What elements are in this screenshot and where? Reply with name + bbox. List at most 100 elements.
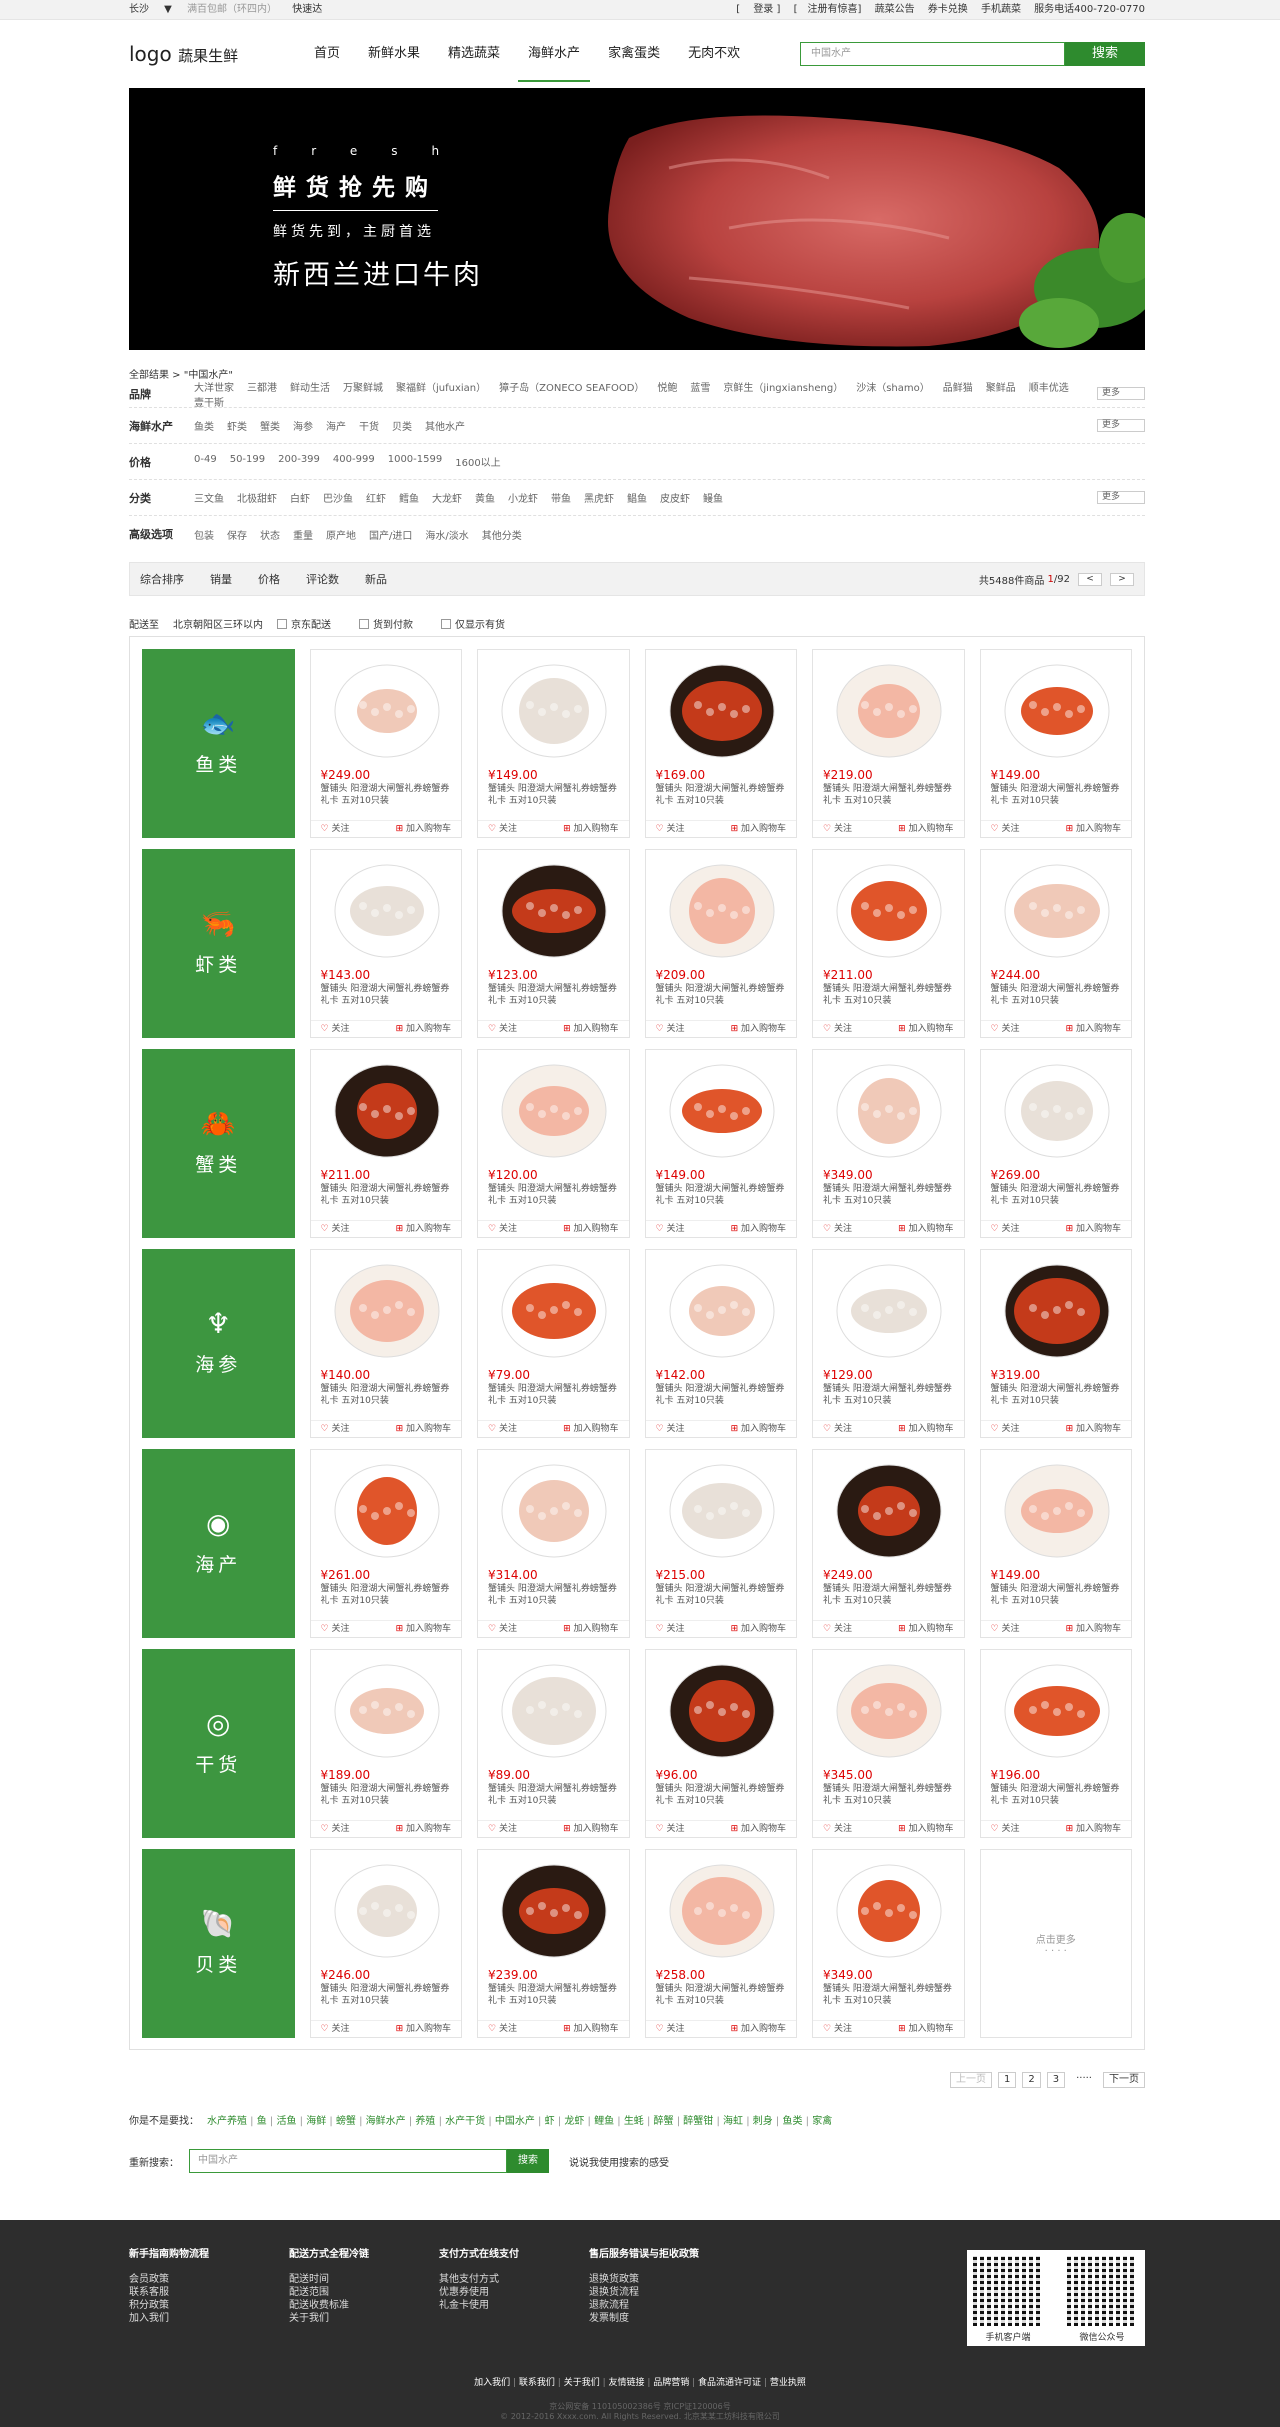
filter-option[interactable]: 其他水产 [425,418,465,433]
footer-link[interactable]: 礼金卡使用 [439,2299,549,2312]
follow-button[interactable]: ♡ 关注 [488,1021,517,1037]
category-tile-5[interactable]: ◎ 干货 [142,1649,295,1838]
footer-link[interactable]: 退换货政策 [589,2273,779,2286]
add-to-cart-button[interactable]: ⊞ 加入购物车 [1066,821,1121,837]
footer-link[interactable]: 优惠券使用 [439,2286,549,2299]
add-to-cart-button[interactable]: ⊞ 加入购物车 [396,1021,451,1037]
footer-link[interactable]: 退换货流程 [589,2286,779,2299]
product-title[interactable]: 蟹铺头 阳澄湖大闸蟹礼券螃蟹券礼卡 五对10只装 [823,1183,956,1207]
add-to-cart-button[interactable]: ⊞ 加入购物车 [1066,1821,1121,1837]
follow-button[interactable]: ♡ 关注 [991,821,1020,837]
filter-option[interactable]: 鳗鱼 [703,490,723,505]
product-card[interactable]: ¥143.00 蟹铺头 阳澄湖大闸蟹礼券螃蟹券礼卡 五对10只装 ♡ 关注 ⊞ 加入购… [309,849,462,1038]
add-to-cart-button[interactable]: ⊞ 加入购物车 [563,821,618,837]
follow-button[interactable]: ♡ 关注 [823,821,852,837]
nav-seafood[interactable]: 海鲜水产 [518,20,591,88]
sort-default[interactable]: 综合排序 [140,571,184,587]
product-title[interactable]: 蟹铺头 阳澄湖大闸蟹礼券螃蟹券礼卡 五对10只装 [321,783,454,807]
follow-button[interactable]: ♡ 关注 [488,821,517,837]
follow-button[interactable]: ♡ 关注 [656,821,685,837]
product-card[interactable]: ¥261.00 蟹铺头 阳澄湖大闸蟹礼券螃蟹券礼卡 五对10只装 ♡ 关注 ⊞ 加入购… [309,1449,462,1638]
footer-link[interactable]: 配送时间 [289,2273,399,2286]
pager-prev[interactable]: 上一页 [949,2072,992,2088]
add-to-cart-button[interactable]: ⊞ 加入购物车 [563,1021,618,1037]
delivery-area[interactable]: 北京朝阳区三环以内 [173,616,263,631]
follow-button[interactable]: ♡ 关注 [823,1821,852,1837]
product-image[interactable] [825,1055,953,1165]
product-card[interactable]: ¥319.00 蟹铺头 阳澄湖大闸蟹礼券螃蟹券礼卡 五对10只装 ♡ 关注 ⊞ 加入购… [979,1249,1132,1438]
product-image[interactable] [993,655,1121,765]
mobile-link[interactable]: 手机蔬菜 [981,4,1021,15]
nav-fruit[interactable]: 新鲜水果 [358,20,430,88]
follow-button[interactable]: ♡ 关注 [321,821,350,837]
follow-button[interactable]: ♡ 关注 [321,1221,350,1237]
pager-next[interactable]: 下一页 [1103,2072,1145,2088]
product-card[interactable]: ¥149.00 蟹铺头 阳澄湖大闸蟹礼券螃蟹券礼卡 五对10只装 ♡ 关注 ⊞ 加入购… [979,1449,1132,1638]
filter-option[interactable]: 顺丰优选 [1029,379,1069,394]
footer-bottom-link[interactable]: 加入我们 [474,2378,519,2388]
product-image[interactable] [323,1455,451,1565]
filter-option[interactable]: 国产/进口 [369,527,412,542]
filter-option[interactable]: 1000-1599 [388,454,443,469]
follow-button[interactable]: ♡ 关注 [991,1421,1020,1437]
product-card[interactable]: ¥349.00 蟹铺头 阳澄湖大闸蟹礼券螃蟹券礼卡 五对10只装 ♡ 关注 ⊞ 加入购… [812,1849,965,2038]
product-title[interactable]: 蟹铺头 阳澄湖大闸蟹礼券螃蟹券礼卡 五对10只装 [656,1583,789,1607]
related-search-link[interactable]: 家禽 [812,2116,832,2127]
product-title[interactable]: 蟹铺头 阳澄湖大闸蟹礼券螃蟹券礼卡 五对10只装 [991,1583,1124,1607]
view-more-card[interactable]: 点击更多 · · · · [979,1849,1132,2038]
add-to-cart-button[interactable]: ⊞ 加入购物车 [1066,1421,1121,1437]
add-to-cart-button[interactable]: ⊞ 加入购物车 [396,1621,451,1637]
product-card[interactable]: ¥314.00 蟹铺头 阳澄湖大闸蟹礼券螃蟹券礼卡 五对10只装 ♡ 关注 ⊞ 加入购… [477,1449,630,1638]
add-to-cart-button[interactable]: ⊞ 加入购物车 [1066,1021,1121,1037]
product-title[interactable]: 蟹铺头 阳澄湖大闸蟹礼券螃蟹券礼卡 五对10只装 [823,1583,956,1607]
sort-price[interactable]: 价格 [258,571,280,587]
add-to-cart-button[interactable]: ⊞ 加入购物车 [396,1221,451,1237]
pager-page-2[interactable]: 2 [1022,2072,1041,2088]
category-tile-2[interactable]: 🦀 蟹类 [142,1049,295,1238]
product-image[interactable] [658,1655,786,1765]
filter-option[interactable]: 50-199 [230,454,265,469]
related-search-link[interactable]: 养殖 [415,2116,445,2127]
jd-delivery-checkbox[interactable]: 京东配送 [277,616,345,631]
product-image[interactable] [490,655,618,765]
product-image[interactable] [490,855,618,965]
follow-button[interactable]: ♡ 关注 [991,1621,1020,1637]
filter-option[interactable]: 鲳鱼 [627,490,647,505]
announcement-link[interactable]: 蔬菜公告 [875,4,915,15]
product-image[interactable] [993,855,1121,965]
filter-option[interactable]: 状态 [260,527,280,542]
add-to-cart-button[interactable]: ⊞ 加入购物车 [563,1421,618,1437]
filter-option[interactable]: 贝类 [392,418,412,433]
follow-button[interactable]: ♡ 关注 [488,1421,517,1437]
filter-option[interactable]: 皮皮虾 [660,490,690,505]
product-card[interactable]: ¥209.00 蟹铺头 阳澄湖大闸蟹礼券螃蟹券礼卡 五对10只装 ♡ 关注 ⊞ 加入购… [644,849,797,1038]
follow-button[interactable]: ♡ 关注 [656,1621,685,1637]
product-card[interactable]: ¥349.00 蟹铺头 阳澄湖大闸蟹礼券螃蟹券礼卡 五对10只装 ♡ 关注 ⊞ 加入购… [812,1049,965,1238]
product-card[interactable]: ¥196.00 蟹铺头 阳澄湖大闸蟹礼券螃蟹券礼卡 五对10只装 ♡ 关注 ⊞ 加入购… [979,1649,1132,1838]
product-image[interactable] [658,855,786,965]
filter-option[interactable]: 大洋世家 [194,379,234,394]
related-search-link[interactable]: 鱼类 [782,2116,812,2127]
filter-option[interactable]: 三都港 [247,379,277,394]
category-tile-1[interactable]: 🦐 虾类 [142,849,295,1038]
follow-button[interactable]: ♡ 关注 [656,1421,685,1437]
follow-button[interactable]: ♡ 关注 [823,1021,852,1037]
related-search-link[interactable]: 水产干货 [445,2116,495,2127]
product-title[interactable]: 蟹铺头 阳澄湖大闸蟹礼券螃蟹券礼卡 五对10只装 [991,1783,1124,1807]
product-title[interactable]: 蟹铺头 阳澄湖大闸蟹礼券螃蟹券礼卡 五对10只装 [991,783,1124,807]
filter-option[interactable]: 原产地 [326,527,356,542]
product-image[interactable] [490,1655,618,1765]
related-search-link[interactable]: 鲤鱼 [594,2116,624,2127]
product-card[interactable]: ¥140.00 蟹铺头 阳澄湖大闸蟹礼券螃蟹券礼卡 五对10只装 ♡ 关注 ⊞ 加入购… [309,1249,462,1438]
related-search-link[interactable]: 刺身 [753,2116,783,2127]
product-image[interactable] [993,1455,1121,1565]
product-image[interactable] [490,1455,618,1565]
sort-reviews[interactable]: 评论数 [306,571,339,587]
cod-checkbox[interactable]: 货到付款 [359,616,427,631]
filter-option[interactable]: 0-49 [194,454,217,469]
product-image[interactable] [825,1455,953,1565]
related-search-link[interactable]: 中国水产 [495,2116,545,2127]
product-card[interactable]: ¥345.00 蟹铺头 阳澄湖大闸蟹礼券螃蟹券礼卡 五对10只装 ♡ 关注 ⊞ 加入购… [812,1649,965,1838]
research-button[interactable]: 搜索 [507,2149,549,2173]
related-search-link[interactable]: 虾 [545,2116,565,2127]
